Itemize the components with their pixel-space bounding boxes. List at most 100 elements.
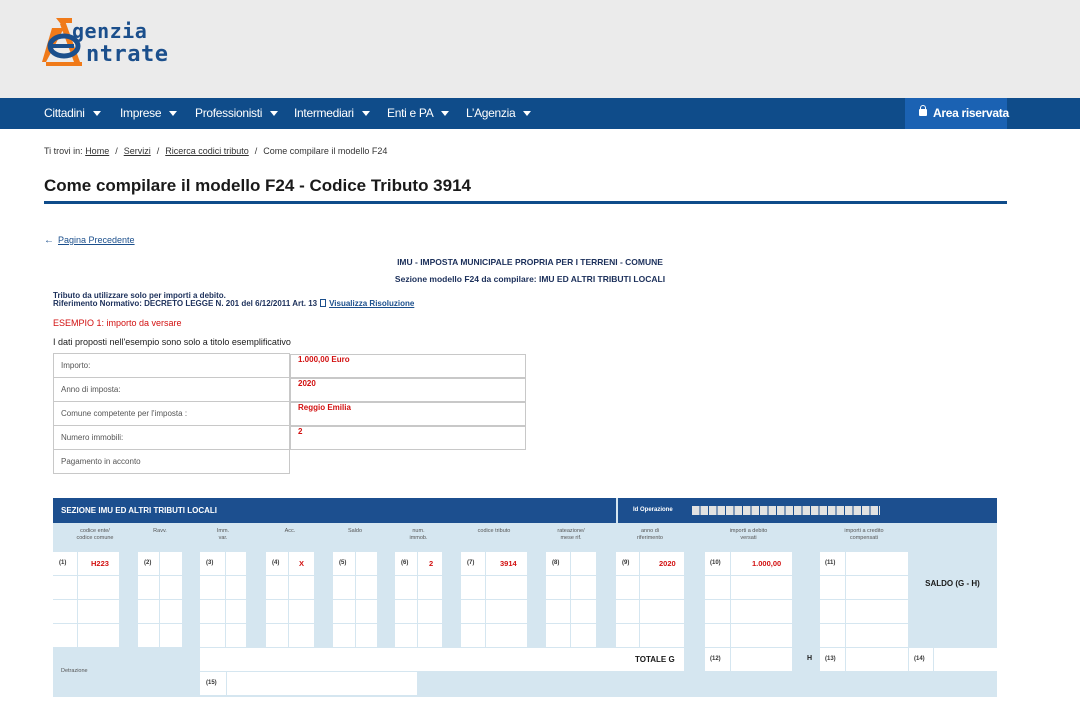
- h-label: H: [807, 655, 813, 662]
- back-link[interactable]: ← Pagina Precedente: [44, 235, 135, 246]
- anno-riferimento-value: 2020: [659, 559, 676, 568]
- row4-imm[interactable]: [200, 624, 246, 647]
- col-anno-riferimento: anno di riferimento: [616, 525, 684, 549]
- row3-ravv[interactable]: [138, 600, 182, 623]
- col-label: Ravv.: [153, 528, 167, 534]
- nav-item-label: Imprese: [120, 106, 162, 120]
- breadcrumb-home-link[interactable]: Home: [85, 146, 109, 156]
- row2-field[interactable]: [53, 576, 119, 599]
- visualizza-risoluzione-link[interactable]: Visualizza Risoluzione: [329, 299, 414, 308]
- col-label: importi a debito: [729, 528, 768, 534]
- nav-item-intermediari[interactable]: Intermediari: [294, 98, 370, 129]
- field-number: (14): [914, 656, 925, 662]
- row3-debito[interactable]: [705, 600, 792, 623]
- example-value-empty: [290, 450, 305, 474]
- example-label: Pagamento in acconto: [53, 449, 290, 474]
- table-row: Importo: 1.000,00 Euro: [53, 353, 526, 378]
- row3-imm[interactable]: [200, 600, 246, 623]
- col-label: versati: [740, 535, 757, 541]
- page-title: Come compilare il modello F24 - Codice T…: [44, 176, 471, 195]
- example-title: ESEMPIO 1: importo da versare: [53, 318, 182, 328]
- detrazione-label: Detrazione: [61, 668, 88, 674]
- codice-comune-value: H223: [91, 559, 109, 568]
- nav-item-imprese[interactable]: Imprese: [120, 98, 178, 129]
- row2-debito[interactable]: [705, 576, 792, 599]
- cell-divider: [845, 552, 846, 647]
- area-riservata-button[interactable]: Area riservata: [905, 98, 1009, 129]
- f24-section-title: SEZIONE IMU ED ALTRI TRIBUTI LOCALI: [61, 506, 217, 515]
- nav-item-cittadini[interactable]: Cittadini: [44, 98, 101, 129]
- detrazione-field[interactable]: [200, 672, 417, 695]
- breadcrumb-separator: /: [254, 146, 258, 156]
- example-value: 2020: [290, 377, 526, 402]
- row3-rateazione[interactable]: [546, 600, 596, 623]
- row3-acc[interactable]: [266, 600, 314, 623]
- example-value: 2: [290, 425, 526, 450]
- col-label: compensati: [849, 535, 879, 541]
- row2-ravv[interactable]: [138, 576, 182, 599]
- row4-rateazione[interactable]: [546, 624, 596, 647]
- chevron-down-icon: [92, 111, 101, 117]
- example-label: Numero immobili:: [53, 425, 290, 450]
- field-number: (15): [206, 680, 217, 686]
- table-row: Numero immobili: 2: [53, 425, 526, 450]
- chevron-down-icon: [270, 111, 279, 117]
- row3-tributo[interactable]: [461, 600, 527, 623]
- col-importi-credito: importi a credito compensati: [820, 525, 908, 549]
- logo-text-ntrate: ntrate: [86, 42, 169, 67]
- row4-debito[interactable]: [705, 624, 792, 647]
- col-saldo: Saldo: [333, 525, 377, 549]
- col-codice-tributo: codice tributo: [461, 525, 527, 549]
- header-separator: [616, 498, 618, 523]
- importo-debito-value: 1.000,00: [752, 559, 782, 568]
- col-label: Imm.: [216, 528, 230, 534]
- row3-field[interactable]: [53, 600, 119, 623]
- row2-anno[interactable]: [616, 576, 684, 599]
- row2-credito[interactable]: [820, 576, 908, 599]
- arrow-left-icon: ←: [44, 235, 54, 246]
- row2-acc[interactable]: [266, 576, 314, 599]
- example-data-table: Importo: 1.000,00 Euro Anno di imposta: …: [53, 353, 526, 474]
- row2-tributo[interactable]: [461, 576, 527, 599]
- num-immobili-value: 2: [429, 559, 434, 568]
- row4-anno[interactable]: [616, 624, 684, 647]
- row2-rateazione[interactable]: [546, 576, 596, 599]
- breadcrumb: Ti trovi in: Home / Servizi / Ricerca codici…: [44, 146, 387, 156]
- cell-divider: [730, 648, 731, 671]
- example-value: 1.000,00 Euro: [290, 353, 526, 378]
- row4-acc[interactable]: [266, 624, 314, 647]
- f24-imu-section: SEZIONE IMU ED ALTRI TRIBUTI LOCALI Id O…: [53, 498, 997, 697]
- row4-num[interactable]: [395, 624, 442, 647]
- agenzia-entrate-logo[interactable]: genzia ntrate: [42, 14, 212, 70]
- nav-item-enti-pa[interactable]: Enti e PA: [387, 98, 450, 129]
- chevron-down-icon: [523, 111, 532, 117]
- table-row: Anno di imposta: 2020: [53, 377, 526, 402]
- row3-credito[interactable]: [820, 600, 908, 623]
- field-number: (3): [206, 560, 214, 566]
- col-label: riferimento: [637, 535, 663, 541]
- row2-num[interactable]: [395, 576, 442, 599]
- f24-header: SEZIONE IMU ED ALTRI TRIBUTI LOCALI Id O…: [53, 498, 997, 523]
- row4-tributo[interactable]: [461, 624, 527, 647]
- example-label: Anno di imposta:: [53, 377, 290, 402]
- nav-item-label: L’Agenzia: [466, 106, 516, 120]
- breadcrumb-ricerca-link[interactable]: Ricerca codici tributo: [165, 146, 249, 156]
- row4-credito[interactable]: [820, 624, 908, 647]
- row3-num[interactable]: [395, 600, 442, 623]
- document-icon: [320, 299, 327, 307]
- col-label: mese rif.: [560, 535, 582, 541]
- row2-imm[interactable]: [200, 576, 246, 599]
- col-label: codice tributo: [477, 528, 511, 534]
- lock-icon: [919, 105, 927, 116]
- row4-ravv[interactable]: [138, 624, 182, 647]
- breadcrumb-servizi-link[interactable]: Servizi: [124, 146, 151, 156]
- row4-field[interactable]: [53, 624, 119, 647]
- nav-item-professionisti[interactable]: Professionisti: [195, 98, 279, 129]
- col-acc: Acc.: [266, 525, 314, 549]
- cell-divider: [77, 552, 78, 647]
- codice-tributo-value: 3914: [500, 559, 517, 568]
- row3-anno[interactable]: [616, 600, 684, 623]
- nav-item-agenzia[interactable]: L’Agenzia: [466, 98, 532, 129]
- field-number: (10): [710, 560, 721, 566]
- col-label: var.: [218, 535, 228, 541]
